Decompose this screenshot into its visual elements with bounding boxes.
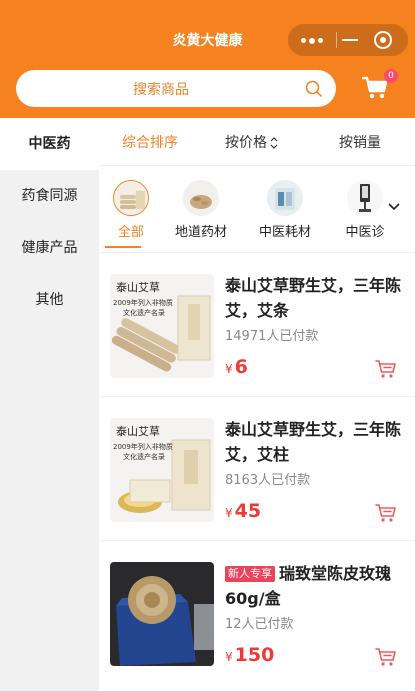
product-image-caption-1: 2009年列入非物质 (113, 443, 173, 451)
subcategory-herbs-image (183, 180, 219, 216)
top-header: 炎黄大健康 搜索商品 0 (0, 0, 415, 118)
subcategory-all-image (113, 180, 149, 216)
product-card[interactable]: 泰山艾草 2009年列入非物质 文化遗产名录 泰山艾草野生艾，三年陈艾，艾柱 8… (99, 396, 415, 536)
sort-tab-price[interactable]: 按价格 (225, 132, 278, 152)
sort-tab-price-label: 按价格 (225, 135, 267, 151)
add-to-cart-icon[interactable] (375, 359, 397, 379)
sort-tab-default[interactable]: 综合排序 (122, 132, 178, 152)
subcategory-diagnosis-image (347, 180, 383, 216)
product-price: ¥6 (225, 356, 248, 378)
price-value: 6 (234, 356, 248, 378)
price-value: 45 (234, 500, 262, 522)
sidebar-item-other[interactable]: 其他 (0, 274, 99, 326)
price-value: 150 (234, 644, 275, 666)
product-list: 泰山艾草 2009年列入非物质 文化遗产名录 泰山艾草野生艾，三年陈艾，艾条 1… (99, 252, 415, 691)
product-image-caption-2: 文化遗产名录 (123, 453, 165, 461)
subcategory-consumables-label: 中医耗材 (258, 225, 311, 240)
product-price: ¥150 (225, 644, 274, 666)
product-image[interactable] (110, 562, 214, 666)
product-sales: 14971人已付款 (225, 329, 319, 344)
product-image-caption-1: 2009年列入非物质 (113, 299, 173, 307)
mini-program-capsule (288, 24, 408, 56)
product-title: 新人专享 瑞致堂陈皮玫瑰60g/盒 (225, 561, 405, 611)
search-icon[interactable] (305, 80, 322, 97)
sidebar-item-health-products[interactable]: 健康产品 (0, 222, 99, 274)
new-user-tag: 新人专享 (225, 566, 275, 582)
sidebar-item-food-medicine[interactable]: 药食同源 (0, 170, 99, 222)
sidebar-item-tcm[interactable]: 中医药 (0, 118, 99, 170)
subcategory-diagnosis-label: 中医诊 (345, 225, 385, 240)
add-to-cart-icon[interactable] (375, 503, 397, 523)
category-sidebar: 中医药 药食同源 健康产品 其他 (0, 118, 99, 691)
cart-badge: 0 (384, 69, 398, 83)
product-image-brand: 泰山艾草 (116, 281, 160, 294)
capsule-divider (336, 32, 337, 48)
minimize-icon[interactable] (342, 39, 358, 41)
subcategory-consumables-image (267, 180, 303, 216)
product-image-caption-2: 文化遗产名录 (123, 309, 165, 317)
product-card[interactable]: 泰山艾草 2009年列入非物质 文化遗产名录 泰山艾草野生艾，三年陈艾，艾条 1… (99, 252, 415, 392)
product-sales: 8163人已付款 (225, 473, 311, 488)
product-sales: 12人已付款 (225, 617, 294, 632)
add-to-cart-icon[interactable] (375, 647, 397, 667)
price-currency: ¥ (225, 650, 233, 664)
close-mini-program-icon[interactable] (374, 31, 392, 49)
subcategory-active-indicator (105, 246, 141, 248)
sort-toggle-icon (270, 137, 278, 149)
more-dots-icon[interactable] (301, 37, 323, 44)
search-bar[interactable]: 搜索商品 (16, 70, 336, 107)
search-placeholder: 搜索商品 (133, 82, 189, 98)
product-title: 泰山艾草野生艾，三年陈艾，艾条 (225, 276, 402, 320)
subcategory-herbs-label: 地道药材 (174, 225, 227, 240)
subcategory-bar: 全部 地道药材 中医耗材 中医诊 (99, 166, 415, 252)
product-image-overlay: 泰山艾草 2009年列入非物质 文化遗产名录 (110, 274, 214, 378)
product-image-brand: 泰山艾草 (116, 425, 160, 438)
price-currency: ¥ (225, 362, 233, 376)
product-image-overlay: 泰山艾草 2009年列入非物质 文化遗产名录 (110, 418, 214, 522)
product-price: ¥45 (225, 500, 261, 522)
product-card[interactable]: 新人专享 瑞致堂陈皮玫瑰60g/盒 12人已付款 ¥150 (99, 540, 415, 680)
price-currency: ¥ (225, 506, 233, 520)
chevron-down-icon[interactable] (386, 198, 402, 214)
sort-tab-sales[interactable]: 按销量 (339, 132, 381, 152)
product-title: 泰山艾草野生艾，三年陈艾，艾柱 (225, 420, 402, 464)
sort-bar: 综合排序 按价格 按销量 (99, 118, 415, 166)
